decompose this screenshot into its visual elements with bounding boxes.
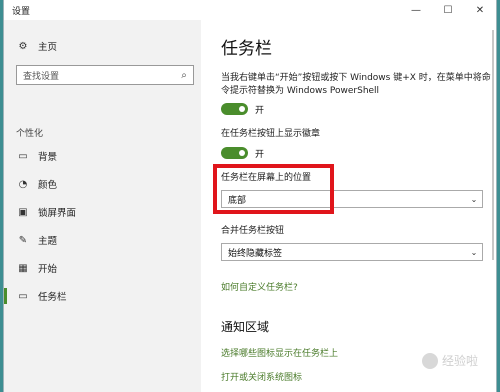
badges-toggle-state: 开 — [255, 150, 265, 160]
powershell-toggle[interactable] — [221, 103, 248, 115]
sidebar-item-label: 背景 — [38, 152, 58, 163]
powershell-description: 当我右键单击“开始”按钮或按下 Windows 键+X 时，在菜单中将命令提示符… — [221, 73, 491, 96]
watermark-text: 经验啦 — [441, 354, 478, 368]
active-indicator — [4, 288, 7, 304]
taskbar-icon: ▭ — [18, 290, 28, 302]
monitor-icon: ▣ — [18, 206, 28, 218]
sidebar-item-label: 开始 — [38, 264, 58, 275]
title-bar: 设置 — ☐ ✕ — [4, 0, 496, 20]
minimize-button[interactable]: — — [400, 0, 432, 20]
select-icons-link[interactable]: 选择哪些图标显示在任务栏上 — [221, 346, 338, 359]
search-placeholder: 查找设置 — [23, 71, 60, 82]
window-title: 设置 — [12, 6, 31, 17]
sidebar-item-label: 主题 — [38, 236, 58, 247]
sidebar-item-label: 主页 — [38, 42, 58, 53]
maximize-button[interactable]: ☐ — [432, 0, 464, 20]
section-label: 个性化 — [16, 129, 44, 139]
sidebar-item-label: 任务栏 — [38, 292, 67, 303]
watermark: 经验啦 — [421, 352, 478, 369]
chevron-down-icon: ⌄ — [470, 247, 478, 257]
powershell-toggle-state: 开 — [255, 106, 265, 116]
sidebar-item-colors[interactable]: ◔ 颜色 — [4, 172, 201, 196]
highlight-box — [213, 164, 334, 214]
main-content: 任务栏 当我右键单击“开始”按钮或按下 Windows 键+X 时，在菜单中将命… — [201, 20, 496, 392]
sidebar: ⚙ 主页 查找设置 ⌕ 个性化 ▭ 背景 ◔ 颜色 ▣ 锁屏界面 ✎ 主题 ▦ … — [4, 20, 201, 392]
search-icon[interactable]: ⌕ — [175, 70, 193, 81]
grid-icon: ▦ — [18, 262, 28, 274]
sidebar-item-start[interactable]: ▦ 开始 — [4, 256, 201, 280]
customize-taskbar-link[interactable]: 如何自定义任务栏? — [221, 280, 298, 293]
picture-icon: ▭ — [18, 150, 28, 162]
sidebar-item-background[interactable]: ▭ 背景 — [4, 144, 201, 168]
sidebar-item-themes[interactable]: ✎ 主题 — [4, 228, 201, 252]
close-button[interactable]: ✕ — [464, 0, 496, 20]
watermark-logo-icon — [421, 352, 438, 369]
badges-description: 在任务栏按钮上显示徽章 — [221, 129, 321, 139]
toggle-knob — [239, 150, 245, 156]
scrollbar[interactable] — [492, 30, 494, 260]
page-title: 任务栏 — [221, 39, 272, 59]
notification-area-title: 通知区域 — [221, 320, 270, 334]
combine-value: 始终隐藏标签 — [228, 248, 283, 259]
settings-window: 设置 — ☐ ✕ ⚙ 主页 查找设置 ⌕ 个性化 ▭ 背景 ◔ 颜色 ▣ 锁屏界… — [3, 0, 497, 392]
sidebar-item-taskbar[interactable]: ▭ 任务栏 — [4, 284, 201, 308]
toggle-knob — [239, 106, 245, 112]
sidebar-item-label: 锁屏界面 — [38, 208, 77, 219]
gear-icon: ⚙ — [18, 40, 28, 52]
badges-toggle[interactable] — [221, 147, 248, 159]
palette-icon: ◔ — [18, 178, 28, 190]
system-icons-link[interactable]: 打开或关闭系统图标 — [221, 370, 302, 383]
sidebar-item-home[interactable]: ⚙ 主页 — [4, 34, 201, 58]
combine-dropdown[interactable]: 始终隐藏标签 ⌄ — [221, 243, 483, 261]
sidebar-item-lockscreen[interactable]: ▣ 锁屏界面 — [4, 200, 201, 224]
combine-label: 合并任务栏按钮 — [221, 226, 285, 236]
search-input[interactable]: 查找设置 ⌕ — [16, 65, 194, 85]
brush-icon: ✎ — [18, 234, 28, 246]
sidebar-item-label: 颜色 — [38, 180, 58, 191]
chevron-down-icon: ⌄ — [470, 194, 478, 204]
